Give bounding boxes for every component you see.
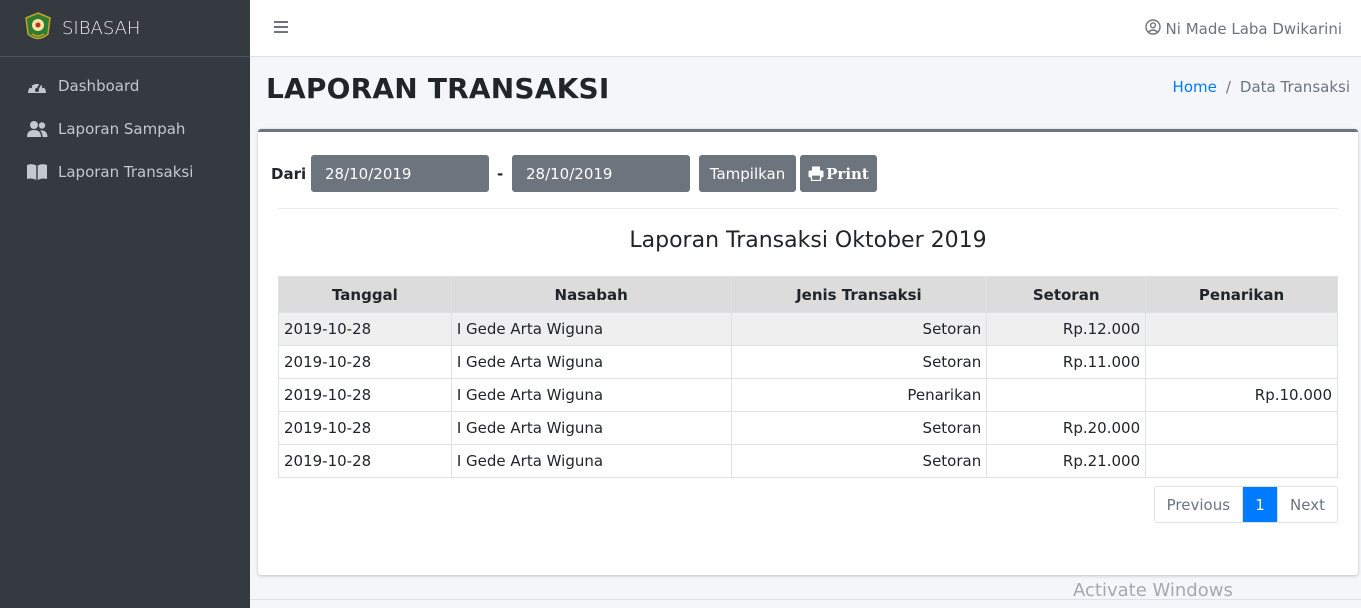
table-row: 2019-10-28 I Gede Arta Wiguna Penarikan … <box>278 378 1338 412</box>
cell-withdrawal <box>1145 312 1338 346</box>
cell-withdrawal: Rp.10.000 <box>1145 378 1338 412</box>
filter-label: Dari <box>271 165 307 183</box>
cell-deposit: Rp.11.000 <box>986 345 1147 379</box>
cell-withdrawal <box>1145 444 1338 478</box>
cell-type: Penarikan <box>730 378 988 412</box>
sidebar-item-label: Laporan Transaksi <box>58 162 194 181</box>
show-button-label: Tampilkan <box>709 164 786 183</box>
brand-text: SIBASAH <box>62 17 141 39</box>
date-from-input[interactable] <box>311 155 489 192</box>
cell-type: Setoran <box>730 444 988 478</box>
cell-type: Setoran <box>730 312 988 346</box>
cell-date: 2019-10-28 <box>278 345 452 379</box>
breadcrumb: Home / Data Transaksi <box>1173 78 1350 96</box>
cell-type: Setoran <box>730 345 988 379</box>
cell-deposit: Rp.12.000 <box>986 312 1147 346</box>
cell-withdrawal <box>1145 345 1338 379</box>
cell-customer: I Gede Arta Wiguna <box>450 345 732 379</box>
sidebar-item-laporan-transaksi[interactable]: Laporan Transaksi <box>0 150 250 193</box>
brand[interactable]: SIBASAH <box>0 0 250 57</box>
sidebar-item-laporan-sampah[interactable]: Laporan Sampah <box>0 107 250 150</box>
activate-windows-watermark: Activate Windows <box>1073 580 1233 601</box>
breadcrumb-home-link[interactable]: Home <box>1173 78 1217 96</box>
breadcrumb-current: Data Transaksi <box>1239 78 1350 96</box>
table-row: 2019-10-28 I Gede Arta Wiguna Setoran Rp… <box>278 312 1338 346</box>
cell-type: Setoran <box>730 411 988 445</box>
pagination-previous[interactable]: Previous <box>1154 487 1243 522</box>
user-menu[interactable]: Ni Made Laba Dwikarini <box>1144 19 1342 39</box>
sidebar-item-label: Laporan Sampah <box>58 119 186 138</box>
sidebar-item-dashboard[interactable]: Dashboard <box>0 64 250 107</box>
sidebar-nav: Dashboard Laporan Sampah Laporan Transak… <box>0 57 250 193</box>
brand-logo-icon <box>24 12 52 44</box>
user-name: Ni Made Laba Dwikarini <box>1165 20 1342 38</box>
report-title: Laporan Transaksi Oktober 2019 <box>629 228 987 253</box>
pagination-next[interactable]: Next <box>1277 487 1337 522</box>
cell-customer: I Gede Arta Wiguna <box>450 411 732 445</box>
cell-date: 2019-10-28 <box>278 312 452 346</box>
column-header[interactable]: Tanggal <box>278 276 452 313</box>
cell-deposit: Rp.21.000 <box>986 444 1147 478</box>
pagination-page-1[interactable]: 1 <box>1242 487 1278 522</box>
top-navbar: Ni Made Laba Dwikarini <box>250 0 1361 57</box>
date-to-input[interactable] <box>512 155 690 192</box>
cell-customer: I Gede Arta Wiguna <box>450 312 732 346</box>
book-icon <box>26 163 48 181</box>
column-header[interactable]: Penarikan <box>1145 276 1338 313</box>
cell-date: 2019-10-28 <box>278 444 452 478</box>
table-header-row: Tanggal Nasabah Jenis Transaksi Setoran … <box>278 276 1338 313</box>
sidebar-item-label: Dashboard <box>58 76 140 95</box>
cell-withdrawal <box>1145 411 1338 445</box>
report-card: Dari - Tampilkan Print Laporan Transaksi… <box>258 129 1358 575</box>
print-button[interactable]: Print <box>800 155 877 192</box>
sidebar: SIBASAH Dashboard Laporan Sampah Laporan… <box>0 0 250 608</box>
pagination: Previous 1 Next <box>1153 486 1338 523</box>
users-icon <box>26 120 48 138</box>
tachometer-icon <box>26 77 48 95</box>
cell-date: 2019-10-28 <box>278 378 452 412</box>
menu-toggle-icon[interactable] <box>274 20 288 34</box>
cell-deposit <box>986 378 1147 412</box>
cell-date: 2019-10-28 <box>278 411 452 445</box>
table-row: 2019-10-28 I Gede Arta Wiguna Setoran Rp… <box>278 345 1338 379</box>
print-button-label: Print <box>826 164 869 183</box>
column-header[interactable]: Jenis Transaksi <box>730 276 988 313</box>
cell-customer: I Gede Arta Wiguna <box>450 378 732 412</box>
column-header[interactable]: Setoran <box>986 276 1147 313</box>
divider <box>278 208 1338 209</box>
page-title: LAPORAN TRANSAKSI <box>266 72 610 105</box>
table-row: 2019-10-28 I Gede Arta Wiguna Setoran Rp… <box>278 444 1338 478</box>
transaction-table: Tanggal Nasabah Jenis Transaksi Setoran … <box>278 276 1338 478</box>
cell-deposit: Rp.20.000 <box>986 411 1147 445</box>
breadcrumb-separator: / <box>1225 78 1231 96</box>
cell-customer: I Gede Arta Wiguna <box>450 444 732 478</box>
printer-icon <box>808 166 824 181</box>
user-circle-icon <box>1144 19 1161 39</box>
date-separator: - <box>497 165 504 183</box>
table-row: 2019-10-28 I Gede Arta Wiguna Setoran Rp… <box>278 411 1338 445</box>
column-header[interactable]: Nasabah <box>450 276 732 313</box>
show-button[interactable]: Tampilkan <box>699 155 796 192</box>
